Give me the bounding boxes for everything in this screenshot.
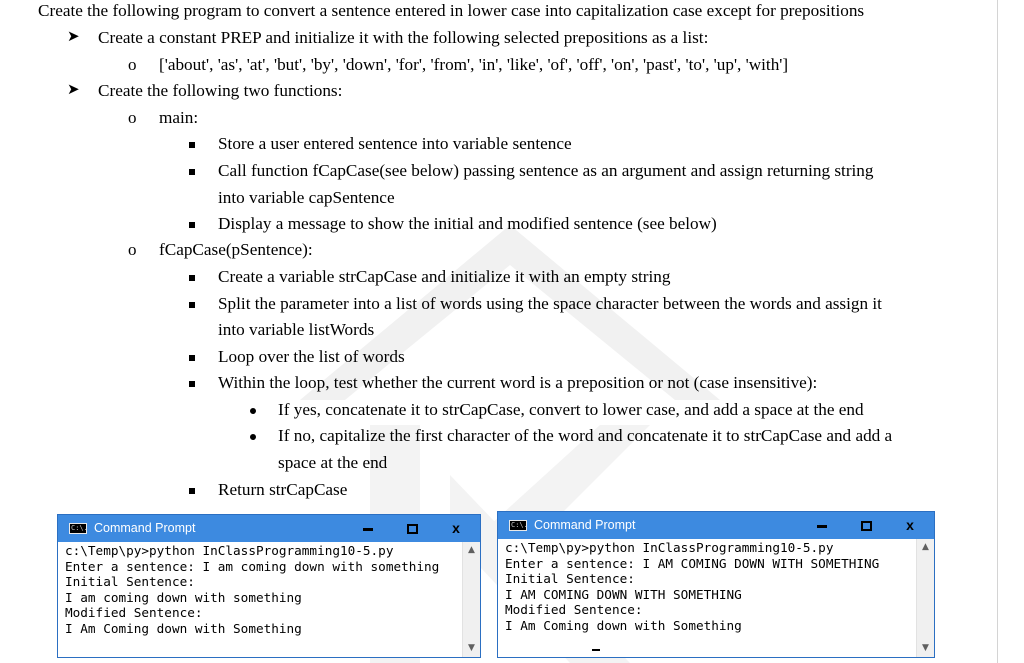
scroll-up-icon[interactable]: ▲ (917, 539, 934, 556)
console-app-icon: C:\. (509, 520, 528, 531)
main-item-store: Store a user entered sentence into varia… (218, 134, 572, 153)
fcap-item-test: Within the loop, test whether the curren… (218, 373, 818, 392)
console-output[interactable]: c:\Temp\py>python InClassProgramming10-5… (58, 542, 480, 657)
fcap-sub-no: If no, capitalize the first character of… (278, 426, 893, 445)
document-heading: Create the following program to convert … (38, 1, 865, 20)
main-title: main: (159, 108, 199, 127)
text-cursor (592, 649, 600, 651)
square-bullet-icon (189, 355, 195, 361)
minimize-button[interactable] (346, 515, 390, 542)
minimize-icon (817, 525, 827, 528)
prep-list: ['about', 'as', 'at', 'but', 'by', 'down… (159, 55, 789, 74)
console-line: Modified Sentence: (505, 602, 643, 618)
fcap-item-split-cont: into variable listWords (218, 320, 375, 339)
console-line: Modified Sentence: (65, 605, 203, 621)
square-bullet-icon (189, 488, 195, 494)
console-line: Initial Sentence: (505, 571, 635, 587)
square-bullet-icon (189, 302, 195, 308)
fcap-item-return: Return strCapCase (218, 480, 348, 499)
console-line: I AM COMING DOWN WITH SOMETHING (505, 586, 742, 602)
fcap-sub-no-cont: space at the end (278, 453, 388, 472)
console-titlebar[interactable]: C:\. Command Prompt x (498, 512, 934, 539)
minimize-button[interactable] (800, 512, 844, 539)
fcap-item-loop: Loop over the list of words (218, 347, 405, 366)
maximize-icon (861, 521, 872, 531)
console-lines: c:\Temp\py>python InClassProgramming10-5… (505, 540, 879, 634)
close-button[interactable]: x (888, 512, 932, 539)
console-app-icon: C:\. (69, 523, 88, 534)
square-bullet-icon (189, 169, 195, 175)
console-output[interactable]: c:\Temp\py>python InClassProgramming10-5… (498, 539, 934, 657)
dot-bullet-icon (250, 408, 256, 414)
fcap-item-split: Split the parameter into a list of words… (218, 294, 882, 313)
main-item-call: Call function fCapCase(see below) passin… (218, 161, 874, 180)
circle-bullet-icon: o (128, 240, 137, 259)
close-icon: x (452, 520, 460, 536)
console-line: Enter a sentence: I am coming down with … (65, 558, 440, 574)
console-line: c:\Temp\py>python InClassProgramming10-5… (65, 543, 394, 558)
console-window-left: C:\. Command Prompt x c:\Temp\py>python … (57, 514, 481, 658)
circle-bullet-icon: o (128, 108, 137, 127)
main-item-call-cont: into variable capSentence (218, 188, 395, 207)
console-window-right: C:\. Command Prompt x c:\Temp\py>python … (497, 511, 935, 658)
maximize-button[interactable] (390, 515, 434, 542)
close-icon: x (906, 517, 914, 533)
console-titlebar[interactable]: C:\. Command Prompt x (58, 515, 480, 542)
arrow-bullet-icon: ➤ (67, 29, 80, 45)
square-bullet-icon (189, 222, 195, 228)
main-item-display: Display a message to show the initial an… (218, 214, 717, 233)
arrow-bullet-icon: ➤ (67, 82, 80, 98)
square-bullet-icon (189, 381, 195, 387)
console-title: Command Prompt (94, 521, 196, 535)
dot-bullet-icon (250, 434, 256, 440)
vertical-scrollbar[interactable]: ▲ ▼ (462, 542, 480, 657)
scroll-down-icon[interactable]: ▼ (917, 640, 934, 657)
step-create-functions: Create the following two functions: (98, 81, 343, 100)
circle-bullet-icon: o (128, 55, 137, 74)
fcap-item-create: Create a variable strCapCase and initial… (218, 267, 671, 286)
square-bullet-icon (189, 142, 195, 148)
console-lines: c:\Temp\py>python InClassProgramming10-5… (65, 543, 439, 637)
fcap-sub-yes: If yes, concatenate it to strCapCase, co… (278, 400, 864, 419)
step-create-constant: Create a constant PREP and initialize it… (98, 28, 709, 47)
console-line: I Am Coming down with Something (65, 620, 302, 636)
console-line: I am coming down with something (65, 589, 302, 605)
console-title: Command Prompt (534, 518, 636, 532)
scroll-down-icon[interactable]: ▼ (463, 640, 480, 657)
maximize-icon (407, 524, 418, 534)
vertical-scrollbar[interactable]: ▲ ▼ (916, 539, 934, 657)
fcap-title: fCapCase(pSentence): (159, 240, 313, 259)
minimize-icon (363, 528, 373, 531)
console-line: c:\Temp\py>python InClassProgramming10-5… (505, 540, 834, 555)
square-bullet-icon (189, 275, 195, 281)
scroll-up-icon[interactable]: ▲ (463, 542, 480, 559)
close-button[interactable]: x (434, 515, 478, 542)
console-line: I Am Coming down with Something (505, 617, 742, 633)
console-line: Initial Sentence: (65, 574, 195, 590)
maximize-button[interactable] (844, 512, 888, 539)
console-line: Enter a sentence: I AM COMING DOWN WITH … (505, 555, 880, 571)
